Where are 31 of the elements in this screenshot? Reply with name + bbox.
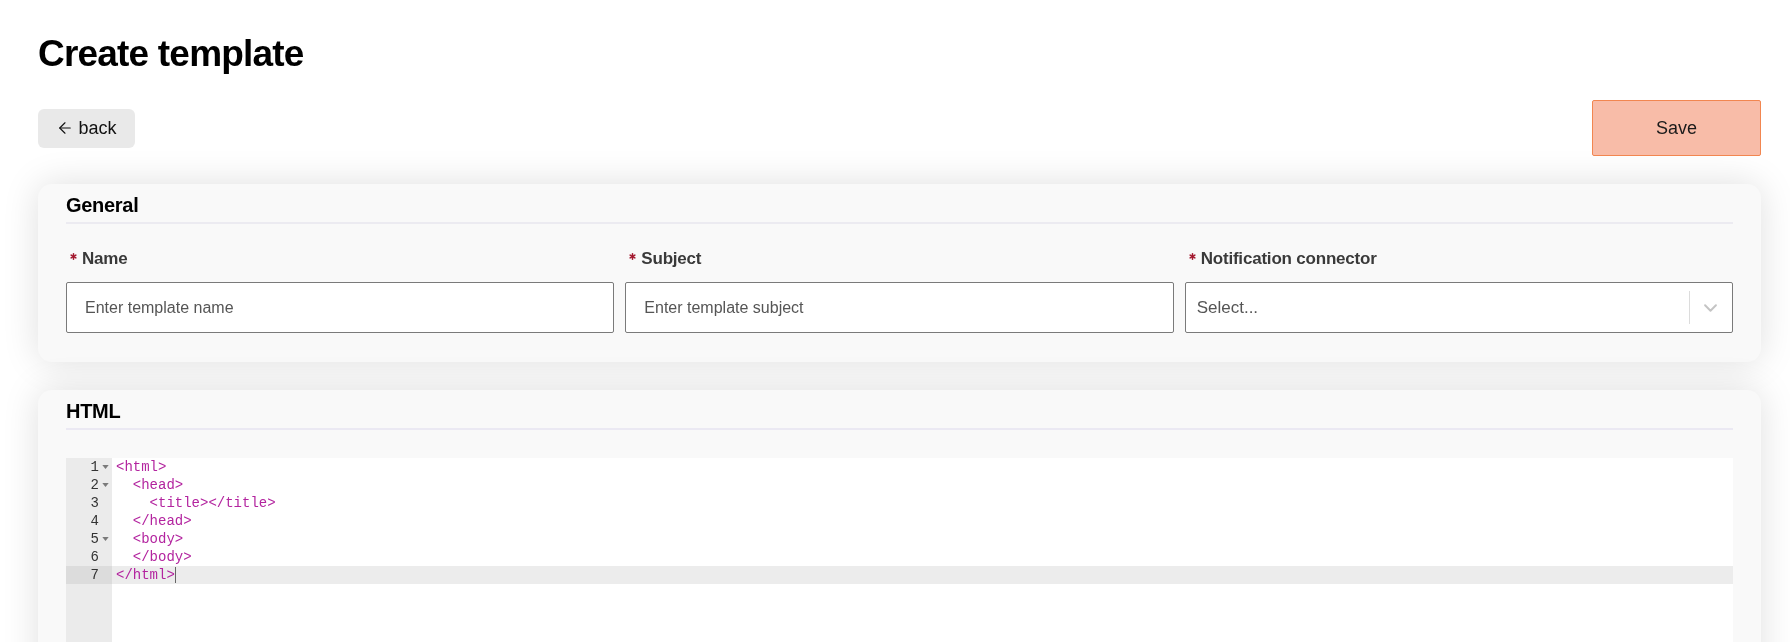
code-line: <html> [116, 458, 167, 476]
field-label: Subject [641, 248, 702, 270]
code-line: <head> [131, 476, 184, 494]
field-label: Notification connector [1200, 248, 1377, 270]
page-title: Create template [38, 32, 305, 76]
fold-caret-icon[interactable] [102, 483, 109, 487]
fold-caret-icon[interactable] [102, 537, 109, 541]
text-cursor [174, 567, 176, 583]
code-line: <title></title> [148, 494, 276, 512]
select-dropdown[interactable]: Select... [1184, 282, 1733, 333]
line-number: 3 [90, 494, 99, 512]
line-number: 6 [90, 548, 99, 566]
text-input[interactable]: Enter template name [66, 282, 615, 333]
back-button[interactable]: back [38, 108, 135, 148]
line-number: 5 [90, 530, 99, 548]
section-title: HTML [66, 399, 122, 423]
code-editor[interactable]: 1 2 3 4 5 6 7 <html> <head> <title></title> </head> <body> </body> </html> [66, 458, 1733, 642]
line-number: 7 [90, 566, 99, 584]
chevron-down-icon [1704, 303, 1717, 312]
line-number: 1 [90, 458, 99, 476]
code-line: </body> [131, 548, 192, 566]
section-title: General [66, 193, 140, 217]
line-number: 2 [90, 476, 99, 494]
text-input[interactable]: Enter template subject [625, 282, 1174, 333]
code-line: </head> [131, 512, 192, 530]
line-number: 4 [90, 512, 99, 530]
code-line: <body> [131, 530, 184, 548]
save-button[interactable]: Save [1592, 100, 1761, 156]
code-line: </html> [116, 566, 175, 584]
field-label: Name [82, 248, 128, 270]
fold-caret-icon[interactable] [102, 465, 109, 469]
